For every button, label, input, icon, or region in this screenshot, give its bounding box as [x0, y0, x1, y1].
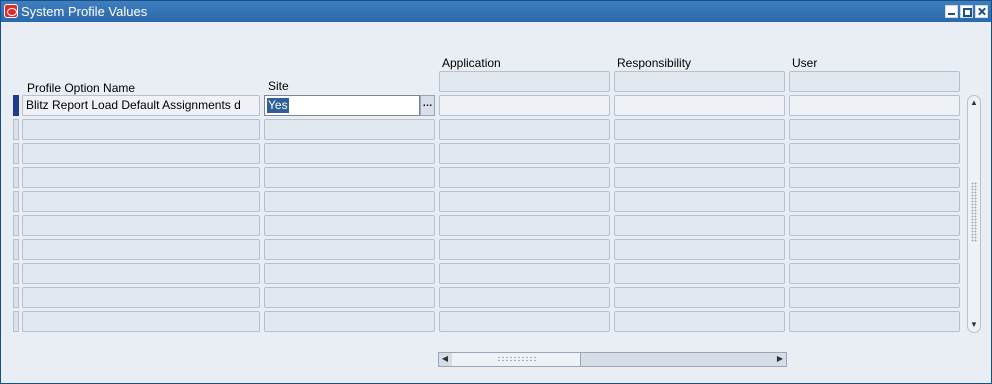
profile-option-name-cell[interactable]	[22, 191, 260, 212]
site-cell[interactable]	[264, 287, 435, 308]
responsibility-cell[interactable]	[614, 311, 785, 332]
application-cell[interactable]	[439, 143, 610, 164]
window-title: System Profile Values	[21, 4, 148, 19]
responsibility-cell[interactable]	[614, 239, 785, 260]
user-cell[interactable]	[789, 263, 960, 284]
user-cell[interactable]	[789, 239, 960, 260]
profile-option-name-cell[interactable]	[22, 263, 260, 284]
site-cell[interactable]	[264, 119, 435, 140]
profile-option-name-cell[interactable]	[22, 167, 260, 188]
user-header-field[interactable]	[789, 71, 960, 92]
profile-option-name-cell[interactable]	[22, 119, 260, 140]
row-indicator[interactable]	[13, 95, 19, 116]
profile-option-name-cell[interactable]	[22, 215, 260, 236]
application-cell[interactable]	[439, 239, 610, 260]
site-cell[interactable]	[264, 143, 435, 164]
site-list-of-values-button[interactable]: …	[420, 95, 435, 116]
header-application: Application	[442, 56, 501, 70]
scroll-right-icon[interactable]: ▶	[774, 353, 786, 365]
responsibility-cell[interactable]	[614, 95, 785, 116]
scrollbar-grip	[497, 356, 537, 363]
close-icon[interactable]	[975, 5, 988, 18]
row-indicator[interactable]	[13, 287, 19, 308]
row-indicator[interactable]	[13, 311, 19, 332]
user-cell[interactable]	[789, 287, 960, 308]
application-cell[interactable]	[439, 167, 610, 188]
profile-option-name-cell[interactable]	[22, 287, 260, 308]
application-cell[interactable]	[439, 95, 610, 116]
application-cell[interactable]	[439, 215, 610, 236]
responsibility-cell[interactable]	[614, 143, 785, 164]
row-indicator[interactable]	[13, 167, 19, 188]
site-cell[interactable]	[264, 215, 435, 236]
user-cell[interactable]	[789, 215, 960, 236]
responsibility-header-field[interactable]	[614, 71, 785, 92]
header-user: User	[792, 56, 818, 70]
scroll-up-icon[interactable]: ▲	[968, 97, 980, 109]
scroll-left-icon[interactable]: ◀	[439, 353, 451, 365]
responsibility-cell[interactable]	[614, 215, 785, 236]
application-cell[interactable]	[439, 311, 610, 332]
responsibility-cell[interactable]	[614, 263, 785, 284]
responsibility-cell[interactable]	[614, 287, 785, 308]
row-indicator[interactable]	[13, 263, 19, 284]
row-indicator[interactable]	[13, 143, 19, 164]
user-cell[interactable]	[789, 191, 960, 212]
responsibility-cell[interactable]	[614, 191, 785, 212]
scroll-down-icon[interactable]: ▼	[968, 319, 980, 331]
vertical-scrollbar[interactable]: ▲ ▼	[967, 95, 981, 333]
application-cell[interactable]	[439, 191, 610, 212]
site-cell[interactable]	[264, 167, 435, 188]
application-header-field[interactable]	[439, 71, 610, 92]
system-profile-values-window: System Profile Values Profile Option Nam…	[0, 0, 992, 384]
horizontal-scroll-thumb[interactable]	[452, 353, 581, 366]
responsibility-cell[interactable]	[614, 119, 785, 140]
row-indicator[interactable]	[13, 239, 19, 260]
application-cell[interactable]	[439, 263, 610, 284]
titlebar[interactable]: System Profile Values	[1, 1, 991, 22]
minimize-icon[interactable]	[945, 5, 958, 18]
application-cell[interactable]	[439, 287, 610, 308]
header-profile-option-name: Profile Option Name	[27, 81, 136, 95]
application-cell[interactable]	[439, 119, 610, 140]
profile-option-name-text: Blitz Report Load Default Assignments d	[26, 98, 241, 112]
row-indicator[interactable]	[13, 119, 19, 140]
maximize-icon[interactable]	[960, 5, 973, 18]
profile-option-name-cell[interactable]	[22, 239, 260, 260]
site-value-text: Yes	[267, 98, 289, 113]
profile-option-name-cell[interactable]	[22, 143, 260, 164]
site-cell[interactable]	[264, 239, 435, 260]
horizontal-scrollbar[interactable]: ◀ ▶	[438, 352, 787, 367]
site-value-input[interactable]: Yes	[264, 95, 420, 116]
user-cell[interactable]	[789, 311, 960, 332]
site-cell[interactable]	[264, 311, 435, 332]
oracle-logo-icon	[4, 4, 18, 18]
profile-option-name-cell[interactable]: Blitz Report Load Default Assignments d	[22, 95, 260, 116]
user-cell[interactable]	[789, 119, 960, 140]
user-cell[interactable]	[789, 95, 960, 116]
row-indicator[interactable]	[13, 191, 19, 212]
responsibility-cell[interactable]	[614, 167, 785, 188]
profile-option-name-cell[interactable]	[22, 311, 260, 332]
header-site: Site	[268, 79, 289, 93]
site-cell[interactable]	[264, 263, 435, 284]
user-cell[interactable]	[789, 167, 960, 188]
header-responsibility: Responsibility	[617, 56, 692, 70]
row-indicator[interactable]	[13, 215, 19, 236]
site-cell[interactable]	[264, 191, 435, 212]
user-cell[interactable]	[789, 143, 960, 164]
scrollbar-grip[interactable]	[971, 182, 977, 242]
